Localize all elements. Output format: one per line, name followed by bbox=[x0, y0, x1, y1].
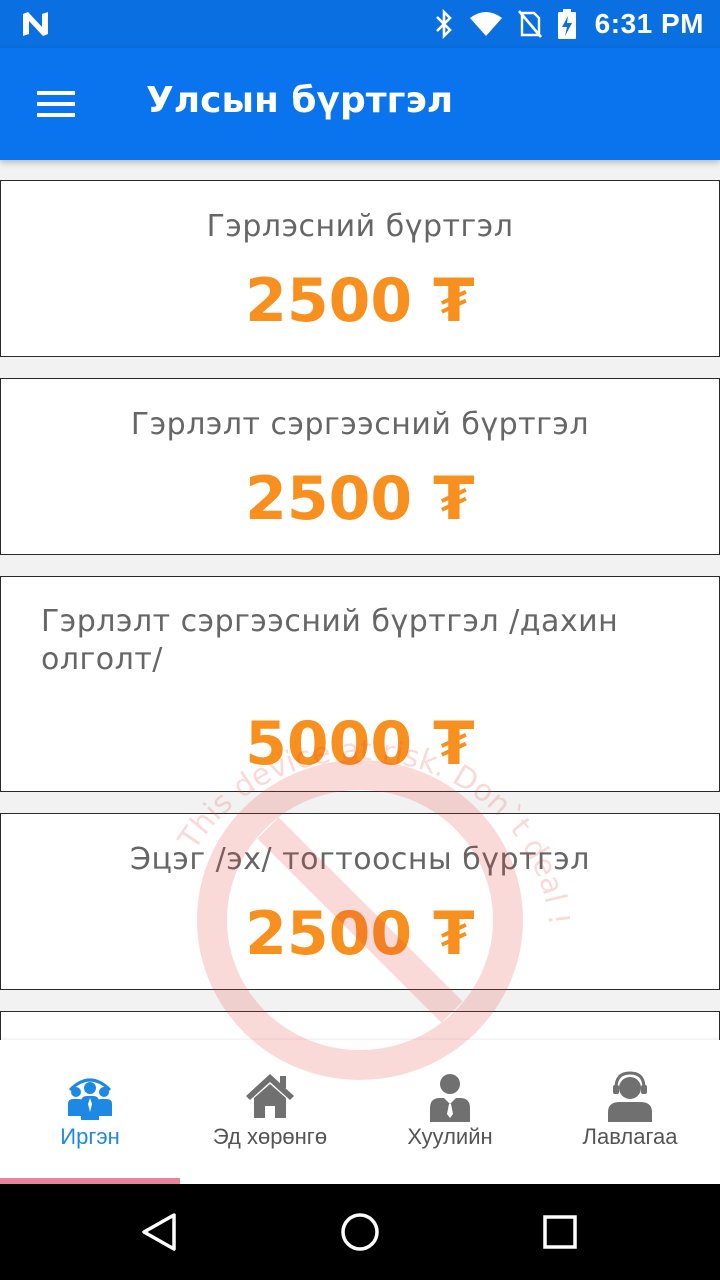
notification-n-icon bbox=[20, 9, 52, 39]
bottom-navigation: Иргэн Эд хөрөнгө Хуулийн Лавлагаа bbox=[0, 1040, 720, 1184]
service-card-marriage-restore[interactable]: Гэрлэлт сэргээсний бүртгэл 2500 ₮ bbox=[0, 378, 720, 555]
card-title-line-2: олголт/ bbox=[41, 642, 163, 677]
card-title: Гэрлэсний бүртгэл bbox=[206, 209, 514, 244]
card-title-line-1: Гэрлэлт сэргээсний бүртгэл /дахин bbox=[41, 604, 619, 639]
nav-tab-citizen[interactable]: Иргэн bbox=[0, 1040, 180, 1184]
support-agent-icon bbox=[608, 1071, 652, 1122]
nav-label: Иргэн bbox=[60, 1124, 120, 1149]
lawyer-icon bbox=[430, 1074, 470, 1122]
service-card-marriage-restore-reissue[interactable]: Гэрлэлт сэргээсний бүртгэл /дахин олголт… bbox=[0, 576, 720, 792]
wifi-icon bbox=[469, 11, 503, 37]
nav-label: Хуулийн bbox=[407, 1124, 493, 1149]
no-sim-icon bbox=[517, 9, 543, 39]
card-title: Эцэг /эх/ тогтоосны бүртгэл bbox=[130, 842, 590, 877]
card-price: 2500 ₮ bbox=[245, 266, 475, 336]
nav-label: Эд хөрөнгө bbox=[212, 1124, 328, 1149]
page-title: Улсын бүртгэл bbox=[146, 80, 454, 121]
recents-button[interactable] bbox=[536, 1208, 584, 1256]
battery-charging-icon bbox=[557, 8, 577, 40]
home-button[interactable] bbox=[336, 1208, 384, 1256]
card-price: 2500 ₮ bbox=[245, 464, 475, 534]
nav-tab-legal[interactable]: Хуулийн bbox=[360, 1040, 540, 1184]
back-triangle-icon bbox=[142, 1213, 176, 1251]
card-price: 5000 ₮ bbox=[245, 709, 475, 779]
back-button[interactable] bbox=[136, 1208, 184, 1256]
nav-tab-property[interactable]: Эд хөрөнгө bbox=[180, 1040, 360, 1184]
bluetooth-icon bbox=[433, 9, 455, 39]
system-navigation-bar bbox=[0, 1184, 720, 1280]
card-title: Гэрлэлт сэргээсний бүртгэл bbox=[130, 407, 590, 442]
citizens-icon bbox=[68, 1078, 112, 1120]
card-title: Гэрлэлт сэргээсний бүртгэл /дахин олголт… bbox=[1, 603, 719, 679]
status-icons: 6:31 PM bbox=[433, 0, 704, 48]
house-icon bbox=[246, 1074, 294, 1118]
service-list[interactable]: Гэрлэсний бүртгэл 2500 ₮ Гэрлэлт сэргээс… bbox=[0, 160, 720, 1040]
status-time: 6:31 PM bbox=[594, 8, 704, 39]
nav-tab-reference[interactable]: Лавлагаа bbox=[540, 1040, 720, 1184]
status-bar: 6:31 PM bbox=[0, 0, 720, 48]
home-circle-icon bbox=[341, 1213, 379, 1251]
service-card-marriage[interactable]: Гэрлэсний бүртгэл 2500 ₮ bbox=[0, 180, 720, 357]
menu-button[interactable] bbox=[26, 76, 86, 132]
service-card-partial[interactable] bbox=[0, 1011, 720, 1040]
service-card-paternity[interactable]: Эцэг /эх/ тогтоосны бүртгэл 2500 ₮ bbox=[0, 813, 720, 990]
nav-label: Лавлагаа bbox=[582, 1124, 678, 1149]
hamburger-menu-icon bbox=[37, 91, 75, 117]
recents-square-icon bbox=[543, 1215, 577, 1249]
card-price: 2500 ₮ bbox=[245, 899, 475, 969]
app-bar: Улсын бүртгэл bbox=[0, 48, 720, 160]
